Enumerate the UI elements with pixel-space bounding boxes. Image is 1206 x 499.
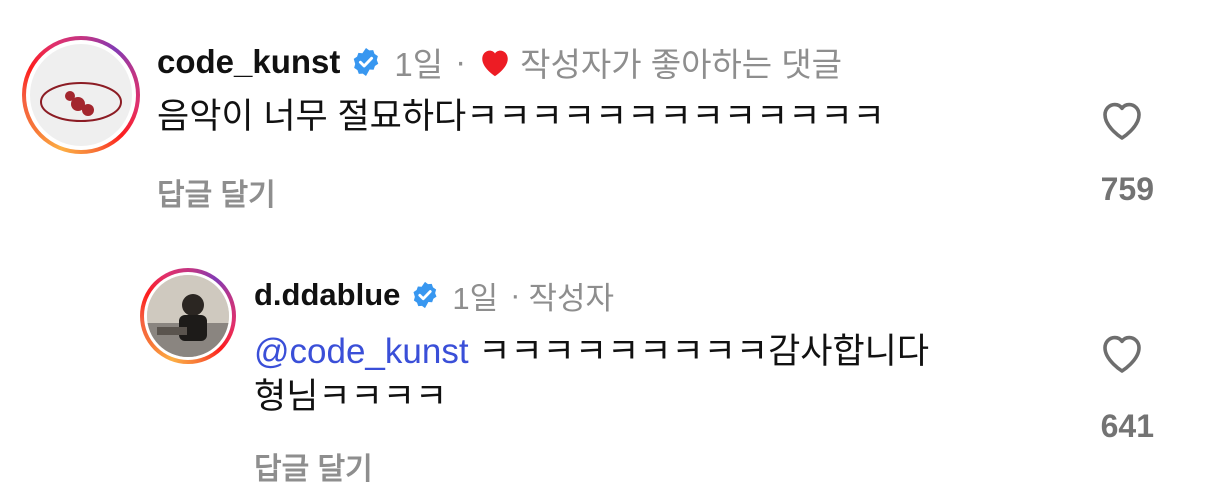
username[interactable]: code_kunst [157,43,340,81]
liked-by-author-label: 작성자가 좋아하는 댓글 [520,46,843,83]
comment-header: code_kunst 1일 · 작성자가 좋아하는 댓글 [157,40,842,84]
reply-text: @code_kunst ㅋㅋㅋㅋㅋㅋㅋㅋㅋ감사합니다 형님ㅋㅋㅋㅋ [254,330,1054,420]
comment-thread: code_kunst 1일 · 작성자가 좋아하는 댓글 음악이 너무 절묘하다… [0,0,1206,499]
username[interactable]: d.ddablue [254,277,400,313]
mention-link[interactable]: @code_kunst [254,332,469,371]
avatar[interactable] [22,36,140,154]
avatar-logo-icon [40,82,122,122]
heart-outline-icon[interactable] [1098,331,1146,375]
separator-dot: · [510,277,521,312]
avatar[interactable] [140,268,236,364]
reply-header: d.ddablue 1일 · 작성자 [254,274,614,316]
reply-button[interactable]: 답글 달기 [254,444,373,488]
avatar-photo-icon [147,275,229,357]
reply-text-line1: ㅋㅋㅋㅋㅋㅋㅋㅋㅋ감사합니다 [468,332,930,371]
reply-comment-item: d.ddablue 1일 · 작성자 @code_kunst ㅋㅋㅋㅋㅋㅋㅋㅋㅋ… [0,230,1206,499]
comment-item: code_kunst 1일 · 작성자가 좋아하는 댓글 음악이 너무 절묘하다… [0,0,1206,230]
comment-time: 1일 [452,280,499,316]
author-label: 작성자 [528,280,615,316]
separator-dot: · [455,43,467,80]
comment-text: 음악이 너무 절묘하다ㅋㅋㅋㅋㅋㅋㅋㅋㅋㅋㅋㅋㅋ [157,97,885,136]
like-count: 759 [1100,171,1154,207]
reply-button[interactable]: 답글 달기 [157,170,276,214]
comment-time: 1일 [394,46,444,83]
reply-text-line2: 형님ㅋㅋㅋㅋ [254,376,448,416]
heart-filled-icon [478,46,512,78]
like-count: 641 [1100,408,1154,444]
verified-badge-icon [410,280,440,310]
verified-badge-icon [350,46,382,78]
heart-outline-icon[interactable] [1098,98,1146,142]
